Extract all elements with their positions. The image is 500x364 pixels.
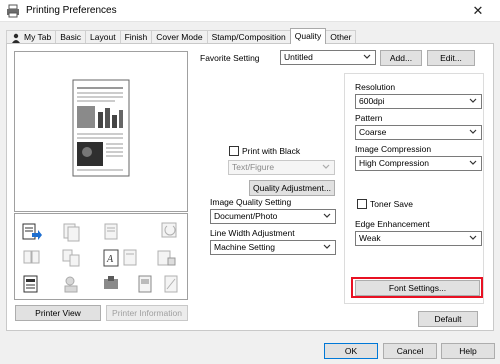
combine-icon bbox=[62, 249, 80, 267]
chevron-down-icon bbox=[322, 164, 330, 169]
edit-favorite-button[interactable]: Edit... bbox=[427, 50, 475, 66]
chevron-down-icon bbox=[469, 235, 477, 240]
chevron-down-icon bbox=[323, 213, 331, 218]
watermark-icon bbox=[164, 275, 178, 293]
tab-stamp-composition[interactable]: Stamp/Composition bbox=[206, 30, 291, 44]
line-width-select[interactable]: Machine Setting bbox=[210, 240, 336, 255]
default-button[interactable]: Default bbox=[418, 311, 478, 327]
stapled-document-icon bbox=[23, 275, 38, 293]
tab-other[interactable]: Other bbox=[325, 30, 357, 44]
toner-save-checkbox[interactable] bbox=[357, 199, 367, 209]
person-icon bbox=[12, 33, 20, 43]
printer-icon bbox=[7, 4, 19, 18]
tab-my-tab[interactable]: My Tab bbox=[6, 30, 57, 44]
image-quality-label: Image Quality Setting bbox=[210, 197, 292, 207]
tab-strip: My Tab Basic Layout Finish Cover Mode St… bbox=[6, 28, 357, 44]
line-width-label: Line Width Adjustment bbox=[210, 228, 295, 238]
stamp-icon bbox=[104, 276, 118, 289]
chevron-down-icon bbox=[469, 129, 477, 134]
highlight-outline bbox=[351, 277, 483, 298]
print-with-black-label: Print with Black bbox=[242, 146, 301, 156]
print-with-black-checkbox[interactable] bbox=[229, 146, 239, 156]
text-figure-select[interactable]: Text/Figure bbox=[228, 160, 335, 175]
resolution-select[interactable]: 600dpi bbox=[355, 94, 482, 109]
favorite-setting-select[interactable]: Untitled bbox=[280, 50, 376, 65]
cancel-button[interactable]: Cancel bbox=[383, 343, 437, 359]
booklet-icon bbox=[23, 250, 40, 264]
help-button[interactable]: Help bbox=[441, 343, 495, 359]
toner-save-label: Toner Save bbox=[370, 199, 413, 209]
close-icon[interactable]: ✕ bbox=[456, 0, 500, 22]
print-to-file-icon bbox=[22, 223, 42, 240]
pattern-select[interactable]: Coarse bbox=[355, 125, 482, 140]
chevron-down-icon bbox=[323, 244, 331, 249]
tab-finish[interactable]: Finish bbox=[119, 30, 153, 44]
printer-view-button[interactable]: Printer View bbox=[15, 305, 101, 321]
edge-enhancement-label: Edge Enhancement bbox=[355, 219, 430, 229]
document-icon bbox=[138, 275, 152, 293]
svg-text:A: A bbox=[106, 254, 114, 265]
chevron-down-icon bbox=[469, 98, 477, 103]
tab-basic[interactable]: Basic bbox=[55, 30, 87, 44]
resolution-label: Resolution bbox=[355, 82, 396, 92]
tab-quality[interactable]: Quality bbox=[289, 28, 327, 44]
tab-cover-mode[interactable]: Cover Mode bbox=[151, 30, 208, 44]
collate-icon bbox=[63, 223, 80, 242]
edge-enhancement-select[interactable]: Weak bbox=[355, 231, 482, 246]
window-title: Printing Preferences bbox=[26, 5, 117, 16]
title-bar: Printing Preferences ✕ bbox=[0, 0, 500, 22]
ok-button[interactable]: OK bbox=[324, 343, 378, 359]
overlay-icon bbox=[123, 249, 137, 266]
image-compression-label: Image Compression bbox=[355, 144, 432, 154]
printer-information-button[interactable]: Printer Information bbox=[106, 305, 188, 321]
secure-print-icon bbox=[157, 250, 176, 266]
tab-layout[interactable]: Layout bbox=[85, 30, 121, 44]
rotate-icon bbox=[161, 222, 177, 238]
favorite-setting-label: Favorite Setting bbox=[200, 53, 260, 63]
image-compression-select[interactable]: High Compression bbox=[355, 156, 482, 171]
chevron-down-icon bbox=[363, 54, 371, 59]
add-favorite-button[interactable]: Add... bbox=[380, 50, 422, 66]
function-icon-grid: A bbox=[14, 213, 188, 300]
quality-adjustment-button[interactable]: Quality Adjustment... bbox=[249, 180, 335, 196]
font-icon: A bbox=[103, 249, 119, 267]
pattern-label: Pattern bbox=[355, 113, 383, 123]
document-preview-image bbox=[72, 79, 130, 177]
page-preview bbox=[14, 51, 188, 212]
copy-icon bbox=[104, 223, 118, 240]
user-auth-icon bbox=[64, 276, 78, 293]
chevron-down-icon bbox=[469, 160, 477, 165]
image-quality-select[interactable]: Document/Photo bbox=[210, 209, 336, 224]
